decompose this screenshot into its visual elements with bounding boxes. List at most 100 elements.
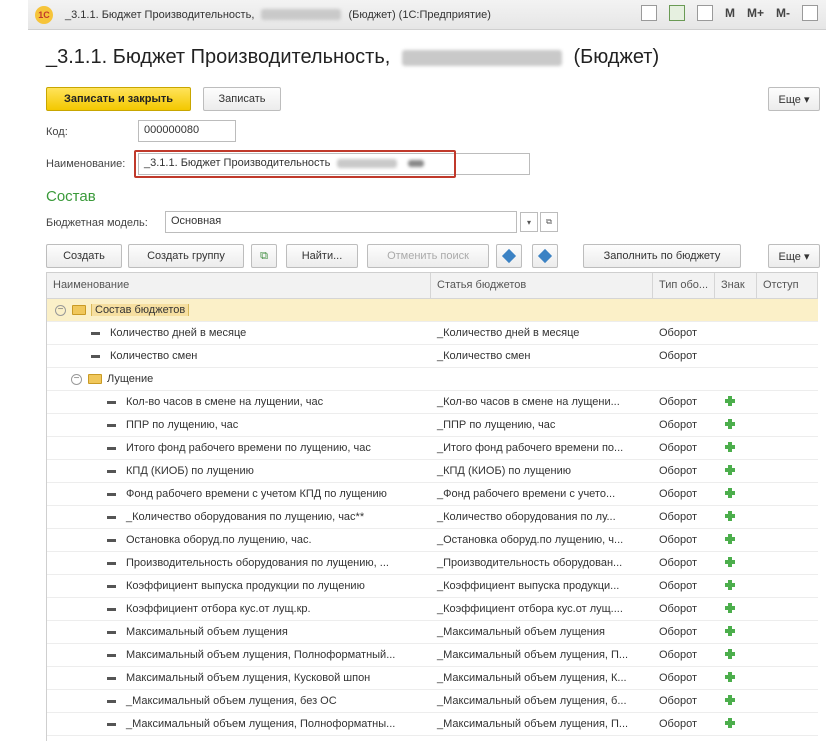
cell-name: − Лущение [47, 373, 431, 385]
plus-sign-icon [725, 579, 735, 590]
table-row[interactable]: Количество дней в месяце _Количество дней… [47, 322, 818, 345]
table-row[interactable]: − Лущение [47, 368, 818, 391]
table-row[interactable]: Фонд рабочего времени с учетом КПД по лу… [47, 483, 818, 506]
fill-by-budget-button[interactable]: Заполнить по бюджету [583, 244, 741, 268]
item-icon [107, 722, 116, 726]
table-row[interactable]: Остановка оборуд.по лущению, час. _Остано… [47, 529, 818, 552]
plus-sign-icon [725, 625, 735, 636]
column-header-type[interactable]: Тип обо... [653, 273, 715, 298]
calculator-icon[interactable] [668, 5, 685, 21]
cell-sign [715, 717, 757, 731]
cell-name: Итого фонд рабочего времени по лущению, … [47, 442, 431, 454]
redacted-text [401, 49, 562, 66]
cell-sign [715, 602, 757, 616]
section-title: Состав [46, 188, 96, 205]
table-row[interactable]: Максимальный объем лущения, Кусковой шпо… [47, 667, 818, 690]
cancel-search-button[interactable]: Отменить поиск [367, 244, 489, 268]
window-title-bar: 1С _3.1.1. Бюджет Производительность, (Б… [28, 0, 826, 30]
cell-article: _Количество оборудования по лу... [437, 511, 616, 523]
cell-type: Оборот [659, 465, 698, 477]
cell-sign [715, 625, 757, 639]
row-name: _Максимальный объем лущения, Полноформат… [126, 718, 396, 730]
find-button[interactable]: Найти... [286, 244, 358, 268]
more-list-button[interactable]: Еще ▾ [768, 244, 820, 268]
table-row[interactable]: КПД (КИОБ) по лущению _КПД (КИОБ) по луще… [47, 460, 818, 483]
calendar-icon[interactable] [696, 5, 713, 21]
copy-icon[interactable]: ⧉ [251, 244, 277, 268]
cell-sign [715, 441, 757, 455]
plus-sign-icon [725, 648, 735, 659]
table-row[interactable]: Максимальный объем лущения _Максимальный … [47, 621, 818, 644]
table-row[interactable]: _Максимальный объем лущения, без ОС _Макс… [47, 690, 818, 713]
budget-model-field[interactable]: Основная [165, 211, 517, 233]
memory-m-button[interactable]: M [725, 6, 735, 20]
item-icon [107, 492, 116, 496]
memory-plus-button[interactable]: M+ [747, 6, 764, 20]
highlight-frame [134, 150, 456, 178]
move-up-icon[interactable] [532, 244, 558, 268]
item-icon [107, 469, 116, 473]
plus-sign-icon [725, 510, 735, 521]
cell-sign [715, 510, 757, 524]
column-header-name[interactable]: Наименование [47, 273, 431, 298]
item-icon [107, 400, 116, 404]
print-icon[interactable] [640, 5, 657, 21]
create-group-button[interactable]: Создать группу [128, 244, 244, 268]
table-row[interactable]: Коэффициент отбора кус.от лущ.кр. _Коэффи… [47, 598, 818, 621]
item-icon [91, 354, 100, 358]
open-link-icon[interactable]: ⧉ [540, 212, 558, 232]
cell-name: Коэффициент выпуска продукции по лущению [47, 580, 431, 592]
cell-sign [715, 648, 757, 662]
column-header-article[interactable]: Статья бюджетов [431, 273, 653, 298]
cell-sign [715, 579, 757, 593]
more-button[interactable]: Еще ▾ [768, 87, 820, 111]
collapse-icon[interactable]: − [55, 304, 66, 316]
cell-type: Оборот [659, 327, 698, 339]
item-icon [107, 630, 116, 634]
cell-sign [715, 487, 757, 501]
item-icon [107, 515, 116, 519]
cell-name: _Максимальный объем лущения, Полноформат… [47, 718, 431, 730]
cell-article: _Коэффициент отбора кус.от лущ.... [437, 603, 623, 615]
table-row[interactable]: ППР по лущению, час _ППР по лущению, час О… [47, 414, 818, 437]
cell-article: _Производительность оборудован... [437, 557, 623, 569]
row-name: Максимальный объем лущения [126, 626, 288, 638]
save-button[interactable]: Записать [203, 87, 281, 111]
plus-sign-icon [725, 533, 735, 544]
move-down-icon[interactable] [496, 244, 522, 268]
chevron-down-icon[interactable]: ▾ [520, 212, 538, 232]
maximize-icon[interactable] [802, 5, 818, 21]
table-row[interactable]: Итого фонд рабочего времени по лущению, … [47, 437, 818, 460]
collapse-icon[interactable]: − [71, 373, 82, 385]
table-row[interactable]: Коэффициент выпуска продукции по лущению… [47, 575, 818, 598]
table-row[interactable]: Кол-во часов в смене на лущении, час _Кол… [47, 391, 818, 414]
cell-name: КПД (КИОБ) по лущению [47, 465, 431, 477]
table-row[interactable]: _Количество оборудования по лущению, час… [47, 506, 818, 529]
cell-name: Остановка оборуд.по лущению, час. [47, 534, 431, 546]
table-row[interactable]: Максимальный объем лущения, Полноформатн… [47, 644, 818, 667]
code-label: Код: [46, 126, 68, 138]
cell-article: _Максимальный объем лущения, П... [437, 649, 629, 661]
cell-sign [715, 556, 757, 570]
budget-model-label: Бюджетная модель: [46, 217, 148, 229]
code-field[interactable]: 000000080 [138, 120, 236, 142]
cell-name: ППР по лущению, час [47, 419, 431, 431]
create-button[interactable]: Создать [46, 244, 122, 268]
cell-type: Оборот [659, 718, 698, 730]
table-row[interactable]: Количество смен _Количество смен Оборот [47, 345, 818, 368]
cell-article: _Итого фонд рабочего времени по... [437, 442, 624, 454]
item-icon [107, 699, 116, 703]
table-row[interactable]: _Максимальный объем лущения, Полноформат… [47, 713, 818, 736]
column-header-sign[interactable]: Знак [715, 273, 757, 298]
column-header-indent[interactable]: Отступ [757, 273, 818, 298]
table-row[interactable]: − Состав бюджетов [47, 299, 818, 322]
name-label: Наименование: [46, 158, 126, 170]
memory-minus-button[interactable]: M- [776, 6, 790, 20]
table-row[interactable]: Производительность оборудования по лущен… [47, 552, 818, 575]
redacted-text [261, 9, 342, 21]
cell-type: Оборот [659, 557, 698, 569]
save-and-close-button[interactable]: Записать и закрыть [46, 87, 191, 111]
app-logo-icon: 1С [35, 5, 53, 24]
plus-sign-icon [725, 395, 735, 406]
cell-type: Оборот [659, 534, 698, 546]
